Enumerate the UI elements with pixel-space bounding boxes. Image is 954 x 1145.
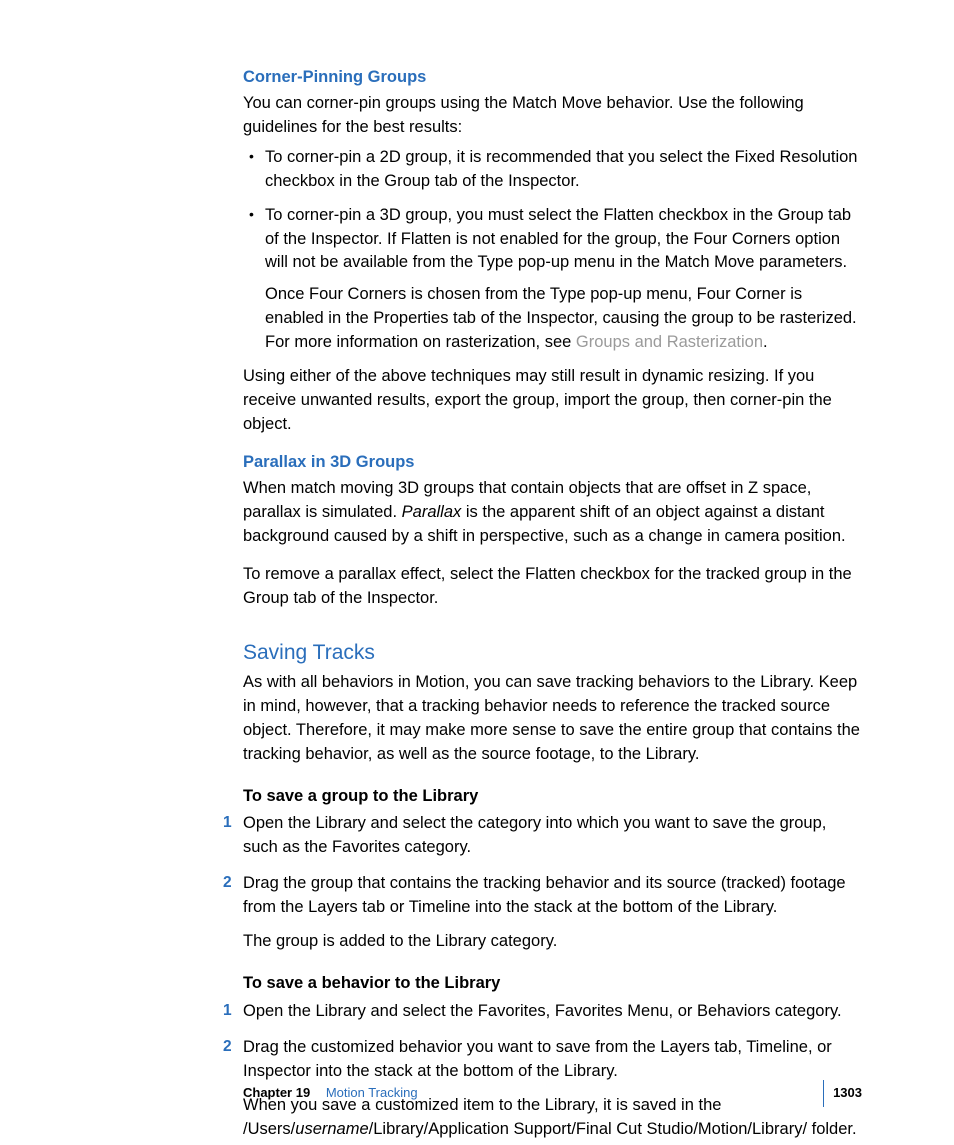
parallax-p2: To remove a parallax effect, select the … [243,563,862,611]
term-parallax: Parallax [402,503,462,521]
bullet-subpara: Once Four Corners is chosen from the Typ… [265,283,862,355]
heading-saving-tracks: Saving Tracks [243,638,862,668]
corner-pinning-outro: Using either of the above techniques may… [243,365,862,437]
procedure-save-behavior: 1 Open the Library and select the Favori… [243,1000,862,1142]
text-run: . [763,333,768,351]
step-text: Open the Library and select the Favorite… [243,1000,862,1024]
chapter-label: Chapter 19 [243,1085,310,1100]
step-number: 2 [223,872,232,894]
link-groups-rasterization[interactable]: Groups and Rasterization [576,333,763,351]
corner-pinning-intro: You can corner-pin groups using the Matc… [243,92,862,140]
bullet-text: To corner-pin a 2D group, it is recommen… [265,148,857,190]
path-username: username [295,1120,368,1138]
page-number: 1303 [833,1084,862,1103]
step-text: Drag the customized behavior you want to… [243,1036,862,1084]
step-number: 2 [223,1036,232,1058]
footer-divider [823,1080,824,1107]
heading-corner-pinning: Corner-Pinning Groups [243,66,862,90]
step-text: Open the Library and select the category… [243,812,862,860]
page-footer: Chapter 19 Motion Tracking 1303 [0,1084,954,1103]
procedure-title-save-group: To save a group to the Library [243,785,862,809]
page-content: Corner-Pinning Groups You can corner-pin… [0,0,954,1142]
saving-intro: As with all behaviors in Motion, you can… [243,671,862,767]
bullet-text: To corner-pin a 3D group, you must selec… [265,206,851,272]
heading-parallax: Parallax in 3D Groups [243,451,862,475]
chapter-title: Motion Tracking [326,1085,418,1100]
step: 2 Drag the group that contains the track… [243,872,862,954]
text-run: Once Four Corners is chosen from the Typ… [265,285,857,351]
procedure-title-save-behavior: To save a behavior to the Library [243,972,862,996]
parallax-p1: When match moving 3D groups that contain… [243,477,862,549]
list-item: To corner-pin a 2D group, it is recommen… [243,146,862,194]
step-result: The group is added to the Library catego… [243,930,862,954]
procedure-save-group: 1 Open the Library and select the catego… [243,812,862,954]
step-number: 1 [223,812,232,834]
step-text: Drag the group that contains the trackin… [243,872,862,920]
list-item: To corner-pin a 3D group, you must selec… [243,204,862,356]
step-number: 1 [223,1000,232,1022]
step: 1 Open the Library and select the Favori… [243,1000,862,1024]
text-run: /Library/Application Support/Final Cut S… [369,1120,857,1138]
corner-pinning-list: To corner-pin a 2D group, it is recommen… [243,146,862,355]
step: 1 Open the Library and select the catego… [243,812,862,860]
